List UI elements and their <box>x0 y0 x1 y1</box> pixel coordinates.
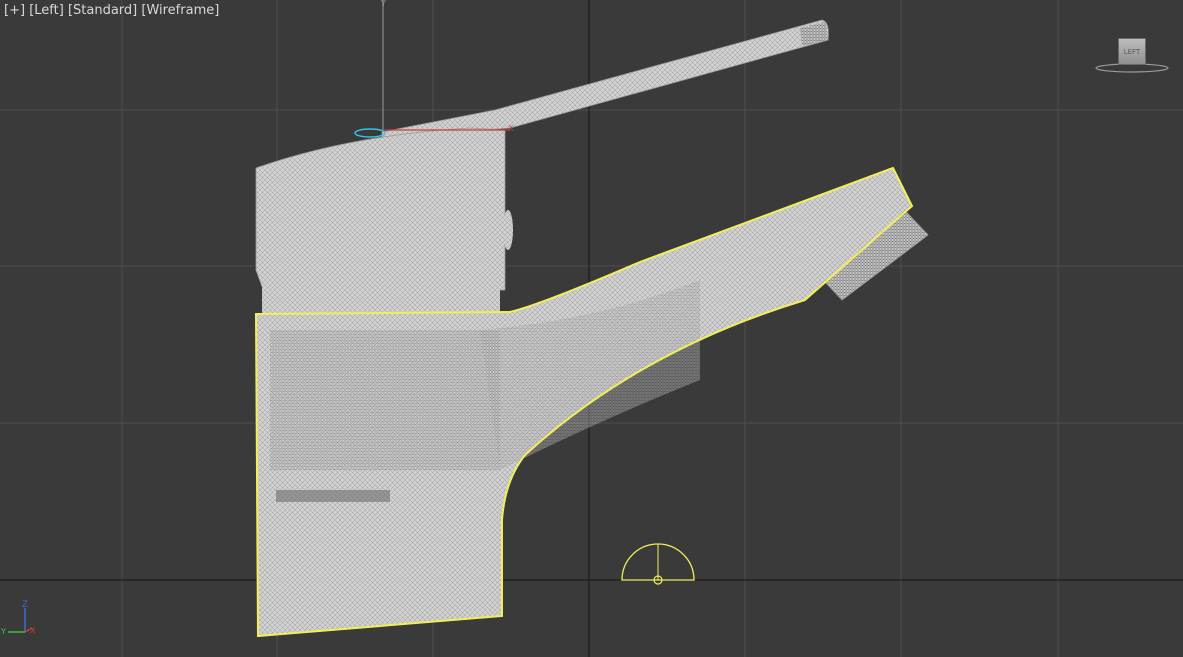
view-cube-icon[interactable]: LEFT <box>1118 38 1146 65</box>
viewport-label-bar: [+] [Left] [Standard] [Wireframe] <box>4 3 219 18</box>
light-target-icon[interactable] <box>621 543 695 585</box>
viewport-shading-standard-button[interactable]: [Standard] <box>68 3 137 18</box>
viewport-point-of-view-button[interactable]: [Left] <box>29 3 64 18</box>
gizmo-y-label: Y <box>380 0 386 8</box>
view-cube-face-label: LEFT <box>1123 47 1141 56</box>
gizmo-x-label: X <box>508 124 514 133</box>
viewport-menu-button[interactable]: [+] <box>4 3 25 18</box>
tripod-x-label: X <box>30 626 36 635</box>
tripod-y-label: Y <box>0 627 6 636</box>
faucet-upper-body[interactable] <box>255 127 513 318</box>
axis-tripod-icon: Z Y X <box>0 600 36 636</box>
view-cube-ring[interactable] <box>1095 63 1169 73</box>
viewport-shading-mode-button[interactable]: [Wireframe] <box>141 3 219 18</box>
viewport-scene[interactable]: Y X Z Y X <box>0 0 1183 657</box>
faucet-handle-lever[interactable] <box>381 19 829 138</box>
tripod-z-label: Z <box>22 600 28 610</box>
left-viewport[interactable]: Y X Z Y X [+] [Left] [Standard] [Wirefra… <box>0 0 1183 657</box>
